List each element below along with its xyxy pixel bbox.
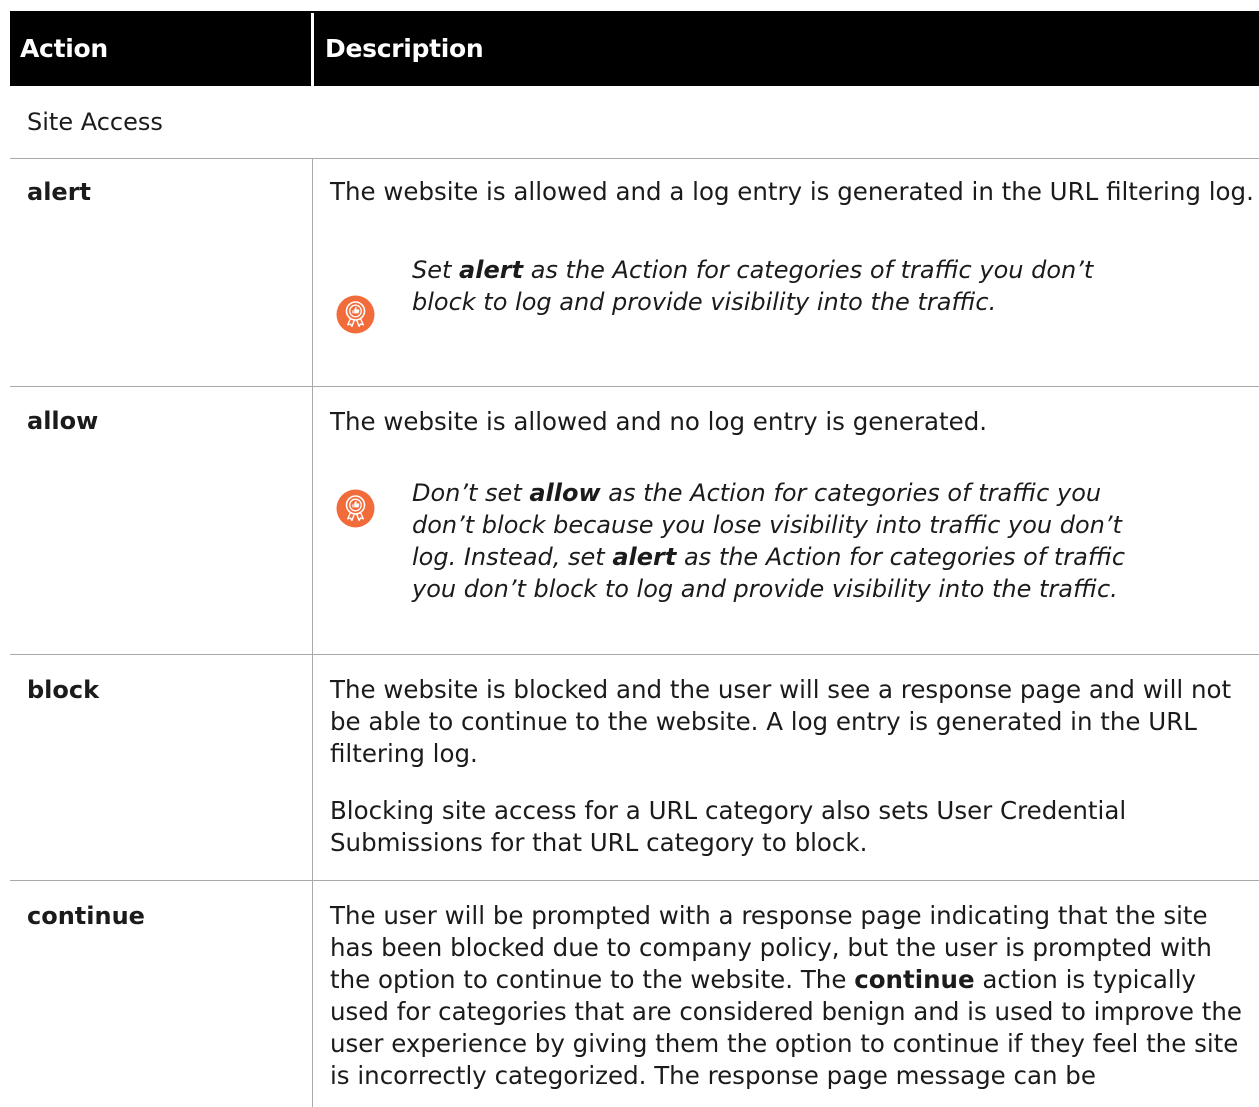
tip-emphasis: alert (459, 256, 524, 284)
tip-emphasis: alert (612, 543, 677, 571)
best-practice-award-icon (331, 290, 380, 339)
description-allow: The website is allowed and no log entry … (330, 407, 988, 436)
section-row: Site Access (10, 86, 1259, 158)
header-description: Description (325, 34, 484, 63)
action-alert: alert (27, 178, 92, 206)
row-divider (10, 158, 1259, 159)
action-continue: continue (27, 902, 145, 930)
description-emphasis: continue (854, 965, 975, 994)
best-practice-award-icon (331, 484, 380, 533)
action-block: block (27, 676, 100, 704)
tip-text-segment: Don’t set (412, 479, 530, 507)
description-block: The website is blocked and the user will… (330, 675, 1232, 768)
table-header: Action Description (10, 11, 1259, 86)
row-divider (10, 386, 1259, 387)
tip-allow: Don’t set allow as the Action for catego… (412, 477, 1132, 605)
row-divider (10, 880, 1259, 881)
section-title: Site Access (27, 108, 163, 136)
header-divider (311, 13, 314, 86)
row-divider (10, 654, 1259, 655)
url-filtering-actions-table: Action Description Site Access alert The… (0, 0, 1259, 1107)
column-divider (312, 158, 313, 1107)
description-block-note: Blocking site access for a URL category … (330, 796, 1127, 857)
action-allow: allow (27, 407, 99, 435)
header-action: Action (20, 34, 108, 63)
tip-emphasis: allow (529, 479, 601, 507)
description-alert: The website is allowed and a log entry i… (330, 177, 1254, 206)
description-continue: The user will be prompted with a respons… (330, 900, 1255, 1092)
tip-text-segment: Set (412, 256, 460, 284)
tip-alert: Set alert as the Action for categories o… (412, 254, 1132, 318)
